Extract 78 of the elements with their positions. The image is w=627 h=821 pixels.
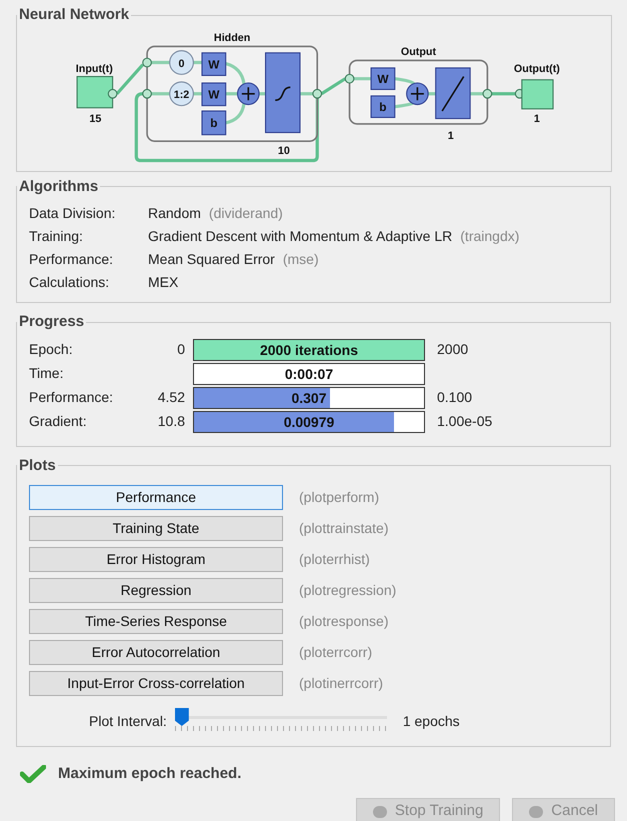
algorithm-value: Random [148,204,201,223]
plot-interval-label: Plot Interval: [89,712,167,730]
delay-node: 0 [169,50,194,74]
connector-line [492,92,516,95]
plot-function: (plotperform) [299,488,380,507]
progress-label: Performance: [29,388,114,407]
output-label: Output(t) [514,62,560,75]
progress-value: 0.00979 [282,412,336,432]
plot-button[interactable]: Regression [29,578,283,603]
delay-node: 1:2 [169,80,194,106]
algorithm-label: Data Division: [29,204,116,223]
output-layer-size: 1 [448,130,454,142]
output-block [521,78,554,109]
progress-start: 4.52 [158,388,185,407]
node-dot [142,88,152,98]
progress-label: Epoch: [29,340,74,359]
sum-icon [237,82,260,105]
algorithm-function: (mse) [282,250,319,269]
plot-button[interactable]: Input-Error Cross-correlation [29,671,283,696]
panel-title: Plots [18,456,57,476]
input-size: 15 [89,112,102,124]
algorithm-value: Mean Squared Error [148,250,275,269]
bias-block: b [201,110,226,135]
plot-button[interactable]: Training State [29,516,283,541]
node-dot [482,88,492,98]
progress-start: 10.8 [158,412,185,431]
plot-function: (plotinerrcorr) [299,674,384,693]
progress-target: 1.00e-05 [437,412,492,431]
node-dot [142,57,152,67]
output-size: 1 [534,112,540,124]
algorithm-label: Calculations: [29,273,110,292]
button-icon [529,806,544,818]
progress-start: 0 [177,340,185,359]
progress-target: 0.100 [437,388,472,407]
plot-interval-value: 1 epochs [402,712,460,731]
sum-icon [406,82,429,105]
progress-value: 0:00:07 [284,364,334,384]
input-label: Input(t) [76,62,113,75]
algorithm-function: (traingdx) [460,227,520,246]
plot-function: (ploterrhist) [299,550,370,569]
plot-button[interactable]: Error Autocorrelation [29,640,283,665]
progress-value: 2000 iterations [258,340,360,360]
panel-title: Algorithms [18,176,100,196]
progress-label: Gradient: [29,412,88,431]
weight-block: W [201,82,226,106]
panel-title: Neural Network [18,5,130,25]
bias-block: b [370,94,396,118]
node-dot [108,88,118,98]
progress-value: 0.307 [290,388,328,408]
panel-title: Progress [18,312,86,332]
weight-block: W [370,66,396,90]
weight-block: W [201,52,226,76]
plot-button[interactable]: Performance [29,485,283,510]
plot-button[interactable]: Error Histogram [29,547,283,572]
plot-function: (plotregression) [299,581,396,600]
status-message: Maximum epoch reached. [58,764,242,784]
button-icon [372,806,387,818]
algorithm-value: MEX [148,273,178,292]
checkmark-icon [20,765,46,784]
progress-target: 2000 [437,340,468,359]
plot-button[interactable]: Time-Series Response [29,609,283,634]
plot-function: (ploterrcorr) [299,643,372,662]
node-dot [312,88,322,98]
plot-function: (plottrainstate) [299,519,388,538]
algorithm-function: (dividerand) [208,204,283,223]
hidden-layer-size: 10 [278,144,290,157]
algorithm-label: Training: [29,227,84,246]
slider-thumb[interactable] [174,708,189,726]
progress-label: Time: [29,364,64,383]
algorithm-value: Gradient Descent with Momentum & Adaptive LR [148,227,452,246]
plot-function: (plotresponse) [299,612,388,631]
algorithm-label: Performance: [29,250,114,269]
linear-block [435,66,471,119]
output-layer-title: Output [400,46,436,58]
node-dot [344,73,354,84]
connector-line [320,76,346,95]
input-block [76,76,114,108]
hidden-layer-title: Hidden [214,32,250,44]
